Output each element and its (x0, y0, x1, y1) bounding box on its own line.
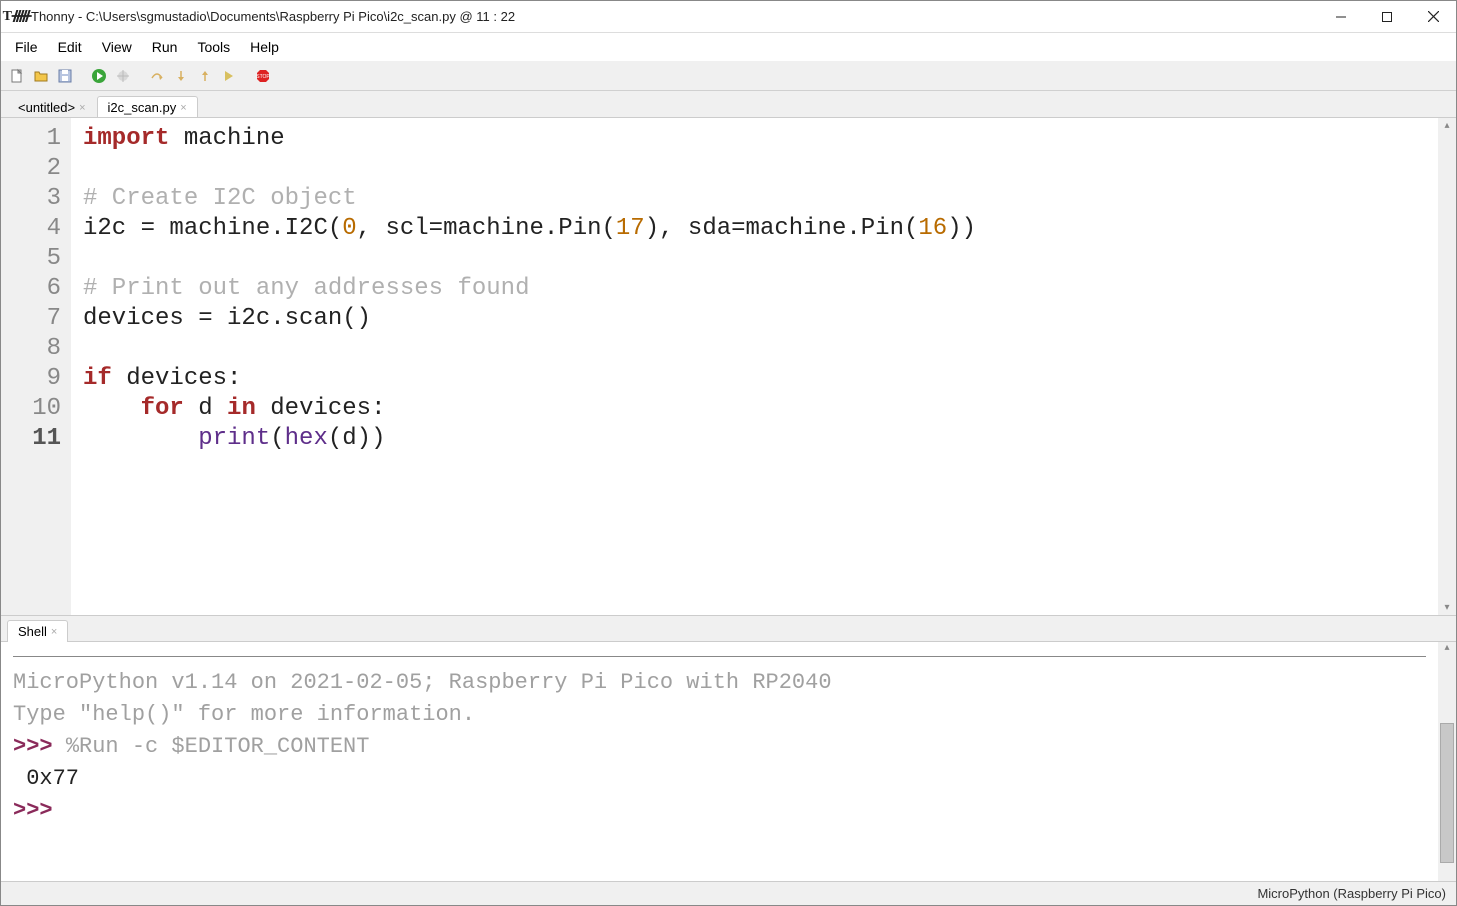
minimize-button[interactable] (1318, 1, 1364, 32)
scroll-up-icon[interactable]: ▴ (1444, 120, 1449, 131)
shell-scrollbar[interactable]: ▴ (1438, 642, 1456, 881)
close-icon[interactable]: × (51, 626, 57, 638)
editor-area[interactable]: 1234567891011 import machine # Create I2… (1, 117, 1456, 615)
app-icon: Tᚏ (9, 9, 25, 25)
scroll-thumb[interactable] (1440, 723, 1454, 863)
step-out-icon[interactable] (195, 66, 215, 86)
step-into-icon[interactable] (171, 66, 191, 86)
interpreter-label[interactable]: MicroPython (Raspberry Pi Pico) (1257, 886, 1446, 901)
debug-icon[interactable] (113, 66, 133, 86)
close-icon[interactable]: × (180, 102, 186, 114)
close-icon[interactable]: × (79, 102, 85, 114)
window-title: Thonny - C:\Users\sgmustadio\Documents\R… (31, 9, 1318, 24)
step-over-icon[interactable] (147, 66, 167, 86)
tab-label: <untitled> (18, 100, 75, 115)
scroll-up-icon[interactable]: ▴ (1444, 642, 1449, 653)
editor-tabs: <untitled>×i2c_scan.py× (1, 91, 1456, 117)
menu-edit[interactable]: Edit (48, 35, 92, 59)
shell-tabs: Shell × (1, 615, 1456, 641)
tab-label: i2c_scan.py (108, 100, 177, 115)
resume-icon[interactable] (219, 66, 239, 86)
code-editor[interactable]: import machine # Create I2C objecti2c = … (71, 118, 1438, 615)
menu-view[interactable]: View (92, 35, 142, 59)
new-file-icon[interactable] (7, 66, 27, 86)
titlebar: Tᚏ Thonny - C:\Users\sgmustadio\Document… (1, 1, 1456, 33)
shell-tab[interactable]: Shell × (7, 620, 68, 642)
window-controls (1318, 1, 1456, 32)
close-button[interactable] (1410, 1, 1456, 32)
tab-i2c_scanpy[interactable]: i2c_scan.py× (97, 96, 198, 118)
menu-tools[interactable]: Tools (187, 35, 240, 59)
run-icon[interactable] (89, 66, 109, 86)
save-file-icon[interactable] (55, 66, 75, 86)
statusbar: MicroPython (Raspberry Pi Pico) (1, 881, 1456, 905)
shell-tab-label: Shell (18, 624, 47, 639)
maximize-button[interactable] (1364, 1, 1410, 32)
menu-file[interactable]: File (5, 35, 48, 59)
scroll-down-icon[interactable]: ▾ (1444, 602, 1449, 613)
editor-scrollbar[interactable]: ▴ ▾ (1438, 118, 1456, 615)
open-file-icon[interactable] (31, 66, 51, 86)
toolbar: STOP (1, 61, 1456, 91)
svg-text:STOP: STOP (256, 74, 270, 80)
line-gutter: 1234567891011 (1, 118, 71, 615)
menubar: FileEditViewRunToolsHelp (1, 33, 1456, 61)
menu-help[interactable]: Help (240, 35, 289, 59)
tab-untitled[interactable]: <untitled> × (7, 96, 97, 118)
menu-run[interactable]: Run (142, 35, 188, 59)
shell-content[interactable]: MicroPython v1.14 on 2021-02-05; Raspber… (1, 642, 1438, 881)
stop-icon[interactable]: STOP (253, 66, 273, 86)
shell-area[interactable]: MicroPython v1.14 on 2021-02-05; Raspber… (1, 641, 1456, 881)
